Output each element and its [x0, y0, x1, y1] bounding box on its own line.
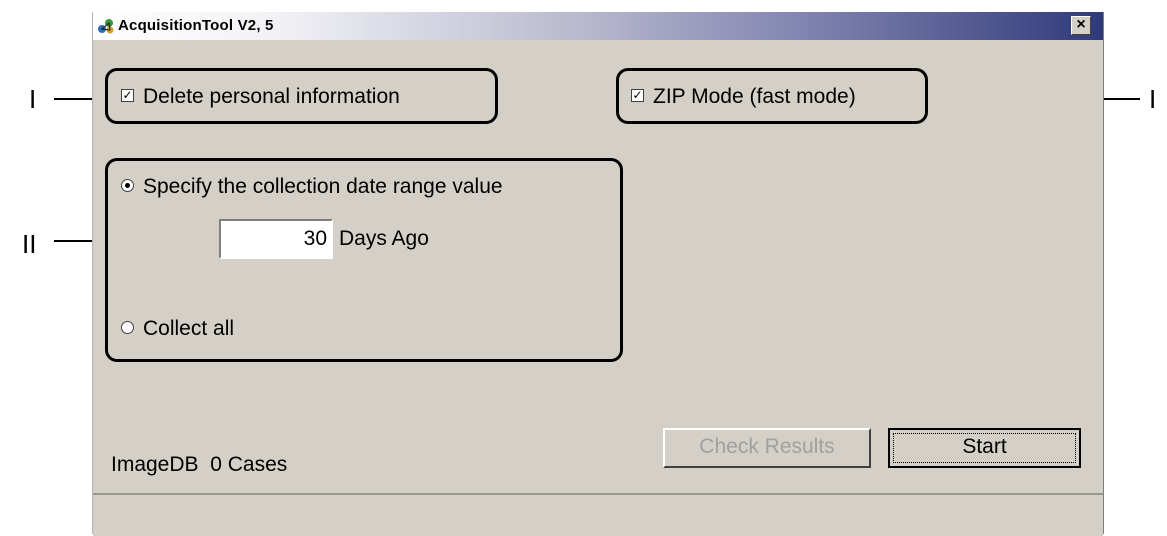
start-button[interactable]: Start: [888, 428, 1081, 468]
specify-date-range-label: Specify the collection date range value: [143, 175, 503, 198]
acquisition-tool-window: AcquisitionTool V2, 5 × ✓ Delete personal…: [92, 12, 1104, 536]
radio-unselected-icon: [121, 320, 134, 334]
status-bar: [93, 493, 1103, 536]
specify-date-range-radio[interactable]: Specify the collection date range value: [121, 175, 503, 199]
callout-marker-two: II: [22, 229, 37, 259]
checkbox-checked-icon: ✓: [121, 87, 134, 102]
collect-all-label: Collect all: [143, 317, 235, 340]
close-icon: ×: [1076, 16, 1086, 33]
close-button[interactable]: ×: [1071, 16, 1091, 35]
radio-selected-icon: [121, 178, 134, 192]
zip-mode-label: ZIP Mode (fast mode): [653, 85, 856, 108]
callout-marker-one-right: I: [1149, 84, 1157, 114]
title-bar[interactable]: AcquisitionTool V2, 5 ×: [93, 12, 1103, 40]
check-results-button[interactable]: Check Results: [663, 428, 871, 468]
checkbox-checked-icon: ✓: [631, 87, 644, 102]
app-icon: [98, 19, 114, 34]
days-ago-input[interactable]: [219, 219, 333, 259]
days-ago-label: Days Ago: [339, 227, 429, 250]
delete-personal-info-label: Delete personal information: [143, 85, 400, 108]
delete-personal-info-checkbox[interactable]: ✓ Delete personal information: [121, 85, 400, 109]
collect-all-radio[interactable]: Collect all: [121, 317, 234, 341]
imagedb-case-count: ImageDB 0 Cases: [111, 453, 288, 476]
callout-marker-one: I: [29, 84, 37, 114]
zip-mode-checkbox[interactable]: ✓ ZIP Mode (fast mode): [631, 85, 856, 109]
window-title: AcquisitionTool V2, 5: [118, 17, 274, 34]
